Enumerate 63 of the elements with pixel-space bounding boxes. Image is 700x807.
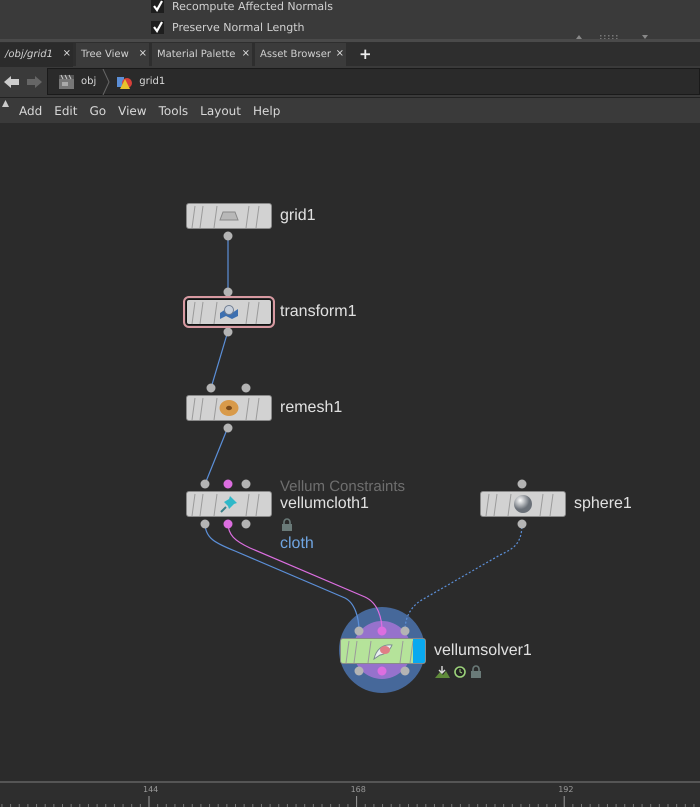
close-button[interactable]: × (336, 48, 344, 60)
input-connector[interactable] (242, 384, 250, 392)
node-name: sphere1 (574, 495, 632, 513)
donut-icon (219, 399, 239, 417)
checkbox-label: Recompute Affected Normals (172, 0, 333, 12)
clapperboard-icon (58, 74, 75, 90)
splitter-handle-icon[interactable] (576, 34, 648, 39)
clock-icon[interactable] (454, 666, 466, 678)
cloth-icon (372, 642, 394, 660)
node-name: vellumsolver1 (434, 642, 532, 660)
frame-number: 168 (350, 785, 366, 794)
node-name: vellumcloth1 (280, 495, 369, 513)
node-name: transform1 (280, 303, 356, 321)
collapse-arrow-icon[interactable] (2, 100, 9, 107)
sphere-icon (513, 494, 533, 514)
menu-item[interactable]: Go (83, 104, 112, 118)
transform-icon (219, 304, 239, 320)
input-connector[interactable] (378, 626, 386, 636)
network-node[interactable] (480, 491, 566, 517)
menu-item[interactable]: Add (13, 104, 48, 118)
landscape-arrow-icon[interactable] (435, 666, 450, 678)
close-button[interactable]: × (242, 48, 250, 60)
input-connector[interactable] (518, 480, 526, 488)
checkbox[interactable] (151, 0, 164, 12)
frame-number: 144 (143, 785, 158, 794)
new-tab-button[interactable]: + (353, 42, 378, 66)
checkbox-label: Preserve Normal Length (172, 20, 305, 34)
pushpin-icon (219, 494, 239, 514)
group-label: cloth (280, 535, 314, 553)
network-node[interactable] (186, 491, 272, 517)
menu-item[interactable]: Help (246, 104, 286, 118)
lock-icon[interactable] (281, 518, 293, 531)
input-connector[interactable] (224, 288, 232, 296)
network-node[interactable] (186, 395, 272, 421)
checkbox[interactable] (151, 20, 164, 34)
node-descriptor: Vellum Constraints (280, 478, 406, 495)
back-arrow-icon[interactable] (3, 74, 21, 90)
output-connector[interactable] (224, 328, 232, 336)
menu-item[interactable]: Tools (152, 104, 194, 118)
network-node[interactable] (186, 299, 272, 325)
menu-item[interactable]: Layout (194, 104, 247, 118)
frame-number: 192 (558, 785, 574, 794)
menu-item[interactable]: View (112, 104, 153, 118)
close-button[interactable]: × (62, 48, 71, 60)
input-connector[interactable] (206, 384, 216, 392)
path-field[interactable]: obj grid1 (47, 68, 700, 95)
output-connector[interactable] (224, 232, 232, 240)
input-connector[interactable] (354, 626, 364, 636)
input-connector[interactable] (400, 626, 410, 636)
flat-plane-icon (219, 211, 239, 221)
output-connector[interactable] (518, 520, 526, 528)
network-node[interactable] (340, 638, 426, 664)
node-name: remesh1 (280, 399, 342, 417)
close-button[interactable]: × (138, 48, 147, 60)
output-connector[interactable] (200, 520, 210, 528)
output-connector[interactable] (224, 424, 232, 432)
node-name: grid1 (280, 207, 316, 225)
input-connector[interactable] (200, 480, 210, 488)
path-segment[interactable]: obj (54, 74, 100, 90)
path-segment[interactable]: grid1 (112, 74, 170, 90)
menu-item[interactable]: Edit (48, 104, 84, 118)
network-node[interactable] (186, 203, 272, 229)
chevron-icon (102, 68, 110, 94)
